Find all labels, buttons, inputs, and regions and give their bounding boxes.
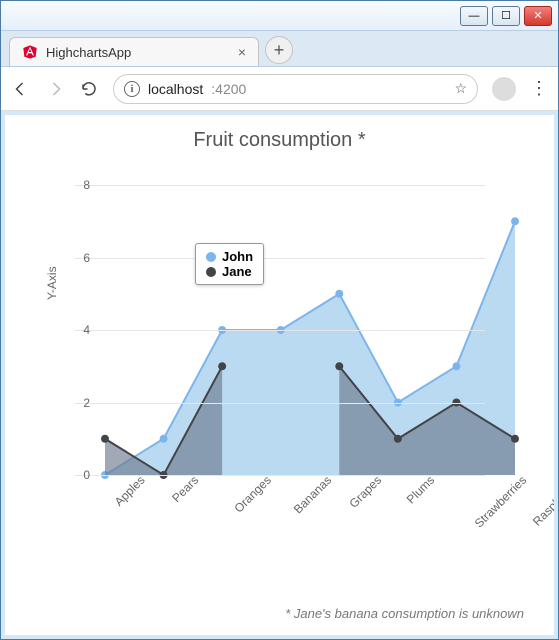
x-tick: Strawberries [472, 473, 530, 531]
address-bar[interactable]: i localhost :4200 ☆ [113, 74, 478, 104]
legend-label-jane: Jane [222, 264, 252, 279]
browser-window: — ☐ ✕ HighchartsApp × + i [0, 0, 559, 640]
x-tick: Raspberries [530, 473, 554, 529]
legend-marker-john [206, 252, 216, 262]
plus-icon: + [274, 40, 285, 61]
maximize-icon: ☐ [501, 9, 511, 22]
x-tick: Apples [112, 473, 148, 509]
profile-avatar[interactable] [492, 77, 516, 101]
site-info-icon[interactable]: i [124, 81, 140, 97]
tab-close-button[interactable]: × [238, 44, 246, 60]
browser-tab[interactable]: HighchartsApp × [9, 37, 259, 66]
new-tab-button[interactable]: + [265, 36, 293, 64]
x-tick: Oranges [232, 473, 274, 515]
legend-label-john: John [222, 249, 253, 264]
reload-button[interactable] [79, 79, 99, 99]
nav-toolbar: i localhost :4200 ☆ ⋮ [1, 67, 558, 111]
minimize-icon: — [469, 10, 480, 22]
legend[interactable]: John Jane [195, 243, 264, 285]
y-tick: 8 [70, 178, 90, 192]
legend-item-john[interactable]: John [206, 249, 253, 264]
tab-strip: HighchartsApp × + [1, 31, 558, 67]
window-minimize-button[interactable]: — [460, 6, 488, 26]
angular-icon [22, 44, 38, 60]
tab-title: HighchartsApp [46, 45, 230, 60]
x-tick: Plums [404, 473, 437, 506]
chart-title: Fruit consumption * [5, 115, 554, 152]
y-tick: 2 [70, 396, 90, 410]
url-host: localhost [148, 81, 203, 97]
chart: Y-Axis 02468ApplesPearsOrangesBananasGra… [75, 175, 515, 515]
window-maximize-button[interactable]: ☐ [492, 6, 520, 26]
legend-marker-jane [206, 267, 216, 277]
back-button[interactable] [11, 79, 31, 99]
page-content: Fruit consumption * Y-Axis 0 2 4 6 8 Apples Pe… [5, 115, 554, 635]
close-icon: ✕ [533, 9, 542, 22]
window-close-button[interactable]: ✕ [524, 6, 552, 26]
y-tick: 4 [70, 323, 90, 337]
url-port: :4200 [211, 81, 246, 97]
chart-caption: * Jane's banana consumption is unknown [5, 606, 554, 621]
x-tick: Grapes [347, 473, 385, 511]
y-tick: 6 [70, 251, 90, 265]
x-tick: Bananas [291, 473, 334, 516]
y-axis-label: Y-Axis [45, 266, 59, 300]
legend-item-jane[interactable]: Jane [206, 264, 253, 279]
bookmark-star-icon[interactable]: ☆ [454, 80, 467, 97]
menu-button[interactable]: ⋮ [530, 78, 548, 99]
window-titlebar: — ☐ ✕ [1, 1, 558, 31]
forward-button[interactable] [45, 79, 65, 99]
y-tick: 0 [70, 468, 90, 482]
x-tick: Pears [169, 473, 201, 505]
